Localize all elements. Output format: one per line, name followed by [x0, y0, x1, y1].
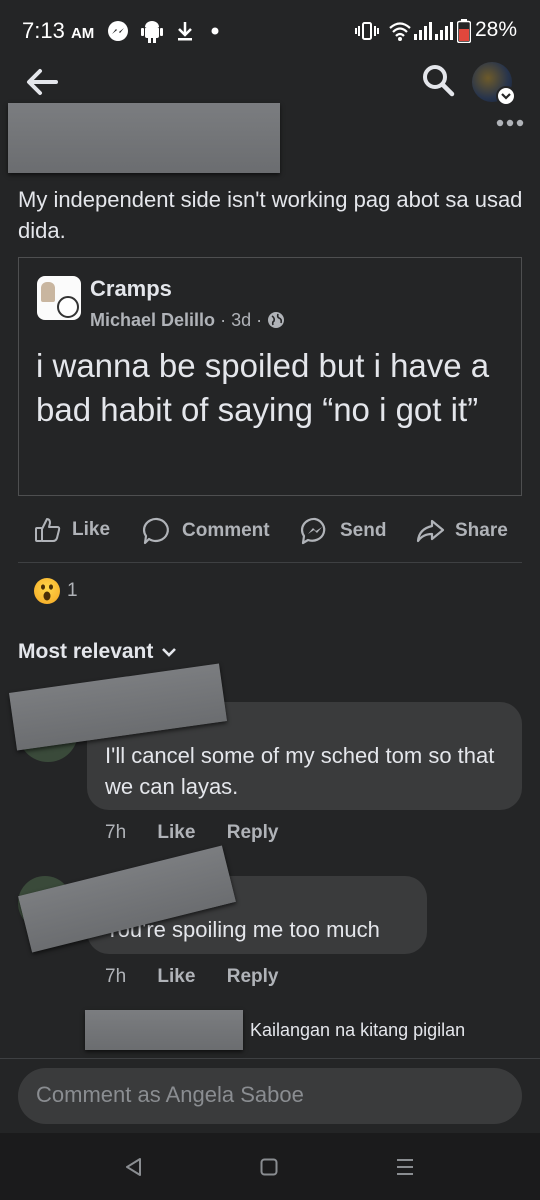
vibrate-icon [355, 22, 379, 40]
comment-text: I'll cancel some of my sched tom so that… [105, 743, 495, 799]
author-name[interactable]: Michael Delillo [90, 310, 215, 330]
comment-like-button[interactable]: Like [157, 822, 195, 843]
status-time: 7:13 AM [22, 18, 95, 43]
comment-button[interactable]: Comment [142, 516, 270, 546]
profile-avatar[interactable] [472, 62, 516, 106]
wow-emoji[interactable] [34, 578, 60, 604]
signal-icon [414, 22, 453, 40]
download-icon [178, 22, 192, 41]
messenger-send-icon [300, 517, 326, 545]
redacted-name [85, 1010, 243, 1050]
search-icon[interactable] [420, 62, 456, 98]
comment-meta: 7h Like Reply [105, 822, 278, 844]
battery-percent: 28% [475, 18, 518, 41]
dot-icon [211, 27, 219, 35]
shared-post[interactable]: Cramps Michael Delillo · 3d · i wanna be… [18, 257, 522, 496]
nav-home-icon[interactable] [260, 1158, 278, 1176]
post-text: My independent side isn't working pag ab… [18, 187, 523, 243]
comment-time: 7h [105, 966, 127, 987]
comment-time: 7h [105, 822, 127, 843]
comment-reply-button[interactable]: Reply [227, 966, 279, 987]
divider [18, 562, 522, 563]
redacted-name [8, 103, 280, 173]
send-button[interactable]: Send [300, 516, 386, 546]
like-icon [35, 518, 61, 542]
share-icon [416, 519, 445, 543]
nav-back-icon[interactable] [124, 1157, 142, 1177]
nav-recents-icon[interactable] [395, 1158, 415, 1176]
share-button[interactable]: Share [415, 516, 508, 546]
group-avatar[interactable] [37, 276, 81, 320]
comment-input[interactable]: Comment as Angela Saboe [18, 1068, 522, 1124]
back-arrow-icon[interactable] [22, 62, 62, 102]
chevron-down-icon [162, 648, 177, 657]
more-icon[interactable] [496, 118, 524, 128]
like-button[interactable]: Like [34, 516, 110, 544]
comment-meta: 7h Like Reply [105, 966, 278, 988]
post-age: 3d [231, 310, 252, 330]
android-icon [141, 21, 163, 43]
comment-sort-dropdown[interactable]: Most relevant [18, 640, 179, 664]
comment-like-button[interactable]: Like [157, 966, 195, 987]
action-bar: Like Comment Send Share [0, 508, 540, 552]
wifi-icon [389, 22, 411, 41]
divider [0, 1058, 540, 1059]
comment-reply-button[interactable]: Reply [227, 822, 279, 843]
reply-preview[interactable]: Kailangan na kitang pigilan [250, 1020, 465, 1041]
status-bar: 7:13 AM 28% [0, 0, 540, 60]
group-name[interactable]: Cramps [90, 276, 172, 302]
reaction-count[interactable]: 1 [67, 580, 78, 602]
globe-icon [268, 312, 285, 328]
battery-icon [457, 19, 471, 43]
shared-meta: Michael Delillo · 3d · [90, 310, 285, 331]
messenger-icon [108, 21, 128, 41]
system-nav-bar [0, 1133, 540, 1200]
shared-post-text: i wanna be spoiled but i have a bad habi… [36, 347, 490, 428]
chevron-down-icon [496, 86, 516, 106]
comment-icon [142, 517, 169, 545]
